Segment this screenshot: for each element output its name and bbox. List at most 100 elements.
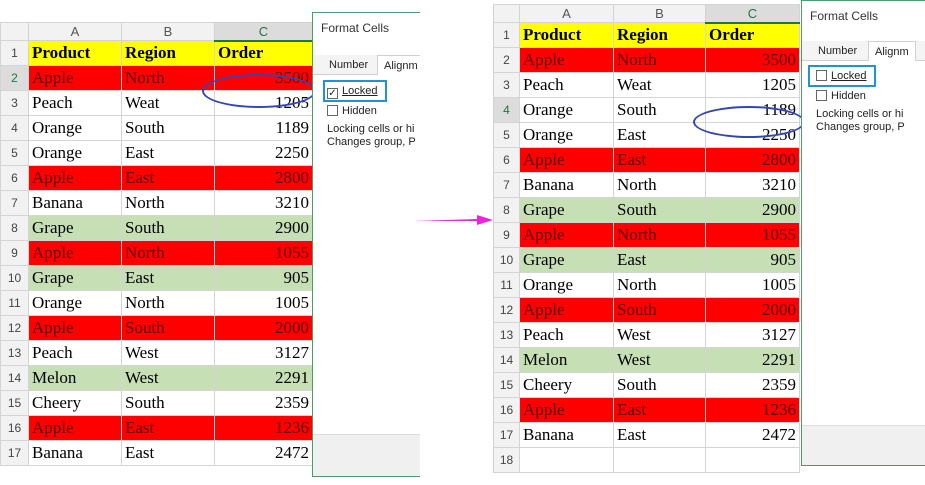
order-cell[interactable]: 1189	[214, 115, 313, 141]
product-cell[interactable]: Product	[519, 22, 614, 48]
row-number[interactable]: 15	[0, 390, 29, 416]
product-cell[interactable]: Cheery	[519, 372, 614, 398]
order-cell[interactable]: 2000	[214, 315, 313, 341]
locked-checkbox-row[interactable]: ✓ Locked	[327, 84, 377, 99]
order-cell[interactable]: 1055	[214, 240, 313, 266]
product-cell[interactable]: Peach	[28, 340, 122, 366]
column-header[interactable]: A	[519, 4, 614, 23]
select-all-corner[interactable]	[0, 22, 29, 41]
region-cell[interactable]: Region	[121, 40, 215, 66]
product-cell[interactable]: Banana	[28, 440, 122, 466]
tab-number[interactable]: Number	[323, 55, 374, 75]
row-number[interactable]: 13	[493, 322, 520, 348]
order-cell[interactable]: 2900	[705, 197, 800, 223]
product-cell[interactable]: Orange	[28, 290, 122, 316]
product-cell[interactable]: Cheery	[28, 390, 122, 416]
row-number[interactable]: 8	[493, 197, 520, 223]
region-cell[interactable]: West	[121, 340, 215, 366]
product-cell[interactable]: Melon	[519, 347, 614, 373]
hidden-checkbox[interactable]	[327, 105, 338, 116]
row-number[interactable]: 2	[493, 47, 520, 73]
order-cell[interactable]: 2900	[214, 215, 313, 241]
region-cell[interactable]: South	[121, 390, 215, 416]
order-cell[interactable]: 3127	[705, 322, 800, 348]
region-cell[interactable]: North	[121, 240, 215, 266]
row-number[interactable]: 7	[493, 172, 520, 198]
row-number[interactable]: 11	[0, 290, 29, 316]
region-cell[interactable]: East	[613, 247, 706, 273]
order-cell[interactable]: 905	[705, 247, 800, 273]
region-cell[interactable]: East	[121, 165, 215, 191]
tab-number[interactable]: Number	[812, 41, 863, 61]
order-cell[interactable]: 1205	[705, 72, 800, 98]
product-cell[interactable]: Apple	[28, 240, 122, 266]
region-cell[interactable]: North	[121, 190, 215, 216]
product-cell[interactable]: Orange	[519, 97, 614, 123]
order-cell[interactable]: Order	[705, 22, 800, 48]
order-cell[interactable]: 905	[214, 265, 313, 291]
row-number[interactable]: 1	[0, 40, 29, 66]
order-cell[interactable]: 2291	[214, 365, 313, 391]
locked-checkbox-row[interactable]: Locked	[816, 69, 866, 83]
order-cell[interactable]: 1236	[705, 397, 800, 423]
product-cell[interactable]: Banana	[28, 190, 122, 216]
locked-checkbox[interactable]	[816, 70, 827, 81]
order-cell[interactable]: 1236	[214, 415, 313, 441]
column-header[interactable]: B	[121, 22, 215, 41]
product-cell[interactable]: Apple	[28, 415, 122, 441]
product-cell[interactable]: Banana	[519, 422, 614, 448]
order-cell[interactable]: 2472	[705, 422, 800, 448]
row-number[interactable]: 5	[493, 122, 520, 148]
region-cell[interactable]: West	[613, 347, 706, 373]
column-header[interactable]: C	[705, 4, 800, 24]
region-cell[interactable]: North	[613, 172, 706, 198]
empty-cell[interactable]	[519, 447, 614, 473]
product-cell[interactable]: Apple	[519, 397, 614, 423]
row-number[interactable]: 12	[493, 297, 520, 323]
product-cell[interactable]: Grape	[28, 265, 122, 291]
order-cell[interactable]: 3210	[705, 172, 800, 198]
order-cell[interactable]: 1005	[705, 272, 800, 298]
region-cell[interactable]: South	[613, 197, 706, 223]
hidden-checkbox-row[interactable]: Hidden	[327, 104, 377, 118]
locked-checkbox[interactable]: ✓	[327, 88, 338, 99]
tab-alignment[interactable]: Alignm	[377, 55, 420, 75]
order-cell[interactable]: 2800	[214, 165, 313, 191]
hidden-checkbox[interactable]	[816, 90, 827, 101]
region-cell[interactable]: North	[121, 290, 215, 316]
row-number[interactable]: 15	[493, 372, 520, 398]
product-cell[interactable]: Grape	[519, 197, 614, 223]
product-cell[interactable]: Peach	[519, 72, 614, 98]
row-number[interactable]: 5	[0, 140, 29, 166]
product-cell[interactable]: Apple	[519, 47, 614, 73]
region-cell[interactable]: South	[121, 315, 215, 341]
region-cell[interactable]: North	[613, 222, 706, 248]
order-cell[interactable]: 3210	[214, 190, 313, 216]
product-cell[interactable]: Orange	[28, 115, 122, 141]
region-cell[interactable]: Region	[613, 22, 706, 48]
region-cell[interactable]: North	[613, 272, 706, 298]
region-cell[interactable]: East	[613, 422, 706, 448]
order-cell[interactable]: 3500	[705, 47, 800, 73]
row-number[interactable]: 6	[0, 165, 29, 191]
region-cell[interactable]: East	[121, 440, 215, 466]
order-cell[interactable]: 2000	[705, 297, 800, 323]
region-cell[interactable]: East	[121, 415, 215, 441]
region-cell[interactable]: South	[121, 215, 215, 241]
row-number[interactable]: 7	[0, 190, 29, 216]
hidden-checkbox-row[interactable]: Hidden	[816, 89, 866, 103]
region-cell[interactable]: West	[121, 365, 215, 391]
product-cell[interactable]: Orange	[519, 272, 614, 298]
product-cell[interactable]: Apple	[519, 222, 614, 248]
product-cell[interactable]: Apple	[519, 147, 614, 173]
product-cell[interactable]: Grape	[519, 247, 614, 273]
row-number[interactable]: 6	[493, 147, 520, 173]
row-number[interactable]: 14	[0, 365, 29, 391]
row-number[interactable]: 18	[493, 447, 520, 473]
region-cell[interactable]: East	[121, 140, 215, 166]
row-number[interactable]: 16	[0, 415, 29, 441]
region-cell[interactable]: South	[613, 372, 706, 398]
region-cell[interactable]: East	[613, 122, 706, 148]
region-cell[interactable]: West	[613, 322, 706, 348]
region-cell[interactable]: Weat	[613, 72, 706, 98]
